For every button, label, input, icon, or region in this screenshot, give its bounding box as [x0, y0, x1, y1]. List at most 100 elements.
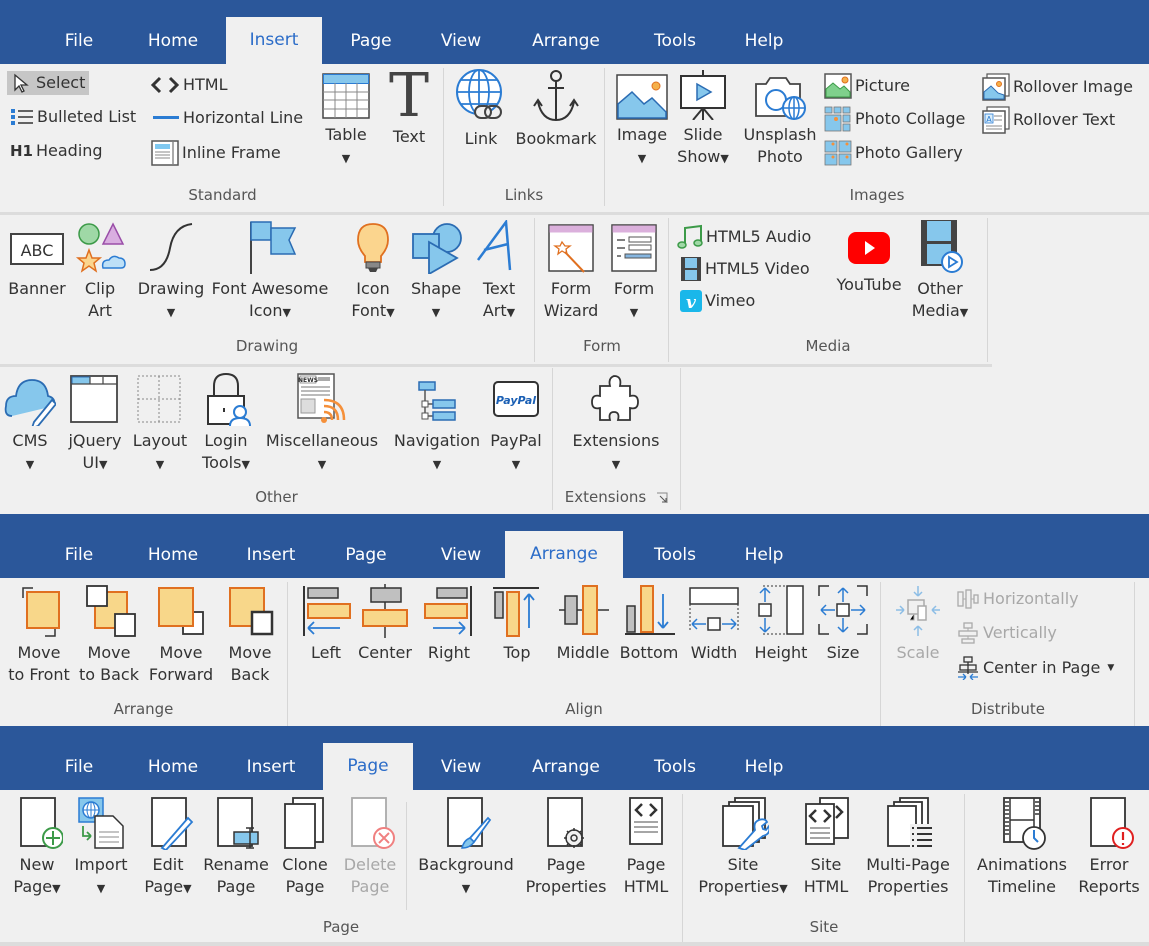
move-to-front-button[interactable]: Move to Front	[4, 584, 74, 686]
tab-page[interactable]: Page	[323, 743, 413, 790]
html5-video-button[interactable]: HTML5 Video	[680, 256, 810, 282]
rollover-image-button[interactable]: Rollover Image	[982, 73, 1133, 101]
form-wizard-button[interactable]: Form Wizard	[538, 224, 604, 322]
layout-button[interactable]: Layout ▼	[130, 372, 190, 476]
form-button[interactable]: Form ▼	[604, 224, 664, 324]
tab-view[interactable]: View	[430, 748, 492, 790]
photo-collage-label: Photo Collage	[855, 109, 966, 128]
align-center-button[interactable]: Center	[356, 584, 414, 664]
distribute-vertically-button[interactable]: Vertically	[956, 622, 1057, 644]
move-back-button[interactable]: Move Back	[218, 584, 282, 686]
unsplash-photo-button[interactable]: Unsplash Photo	[738, 74, 822, 168]
jquery-ui-button[interactable]: jQuery UI▼	[64, 372, 126, 476]
navigation-button[interactable]: Navigation ▼	[386, 372, 488, 476]
same-size-button[interactable]: Size	[814, 584, 872, 664]
bulleted-list-button[interactable]: Bulleted List	[10, 106, 136, 128]
dialog-launcher-icon[interactable]	[656, 492, 668, 504]
tab-tools[interactable]: Tools	[640, 536, 710, 578]
icon-font-button[interactable]: Icon Font▼	[338, 220, 408, 324]
vimeo-button[interactable]: v Vimeo	[680, 288, 755, 314]
text-art-button[interactable]: Text Art▼	[468, 220, 530, 324]
align-right-button[interactable]: Right	[420, 584, 478, 664]
text-button[interactable]: T Text	[384, 66, 434, 148]
picture-button[interactable]: Picture	[824, 73, 910, 99]
html5-audio-button[interactable]: HTML5 Audio	[677, 224, 811, 250]
tab-file[interactable]: File	[44, 536, 114, 578]
tab-home[interactable]: Home	[138, 748, 208, 790]
miscellaneous-button[interactable]: NEWS Miscellaneous ▼	[258, 372, 386, 476]
distribute-horizontally-button[interactable]: Horizontally	[956, 588, 1079, 610]
link-button[interactable]: Link	[452, 68, 510, 150]
clone-page-button[interactable]: Clone Page	[276, 796, 334, 898]
page-html-l1: Page	[626, 855, 666, 874]
table-button[interactable]: Table ▼	[318, 72, 374, 170]
photo-collage-button[interactable]: Photo Collage	[824, 106, 965, 132]
new-page-button[interactable]: New Page▼	[6, 796, 68, 900]
font-awesome-icon-button[interactable]: Font Awesome Icon▼	[208, 220, 332, 324]
inline-frame-button[interactable]: Inline Frame	[151, 140, 281, 166]
paypal-button[interactable]: PayPal PayPal ▼	[486, 372, 546, 476]
align-left-button[interactable]: Left	[296, 584, 356, 664]
tab-tools[interactable]: Tools	[640, 748, 710, 790]
tab-home[interactable]: Home	[138, 536, 208, 578]
tab-home[interactable]: Home	[138, 22, 208, 64]
tab-help[interactable]: Help	[734, 748, 794, 790]
image-button[interactable]: Image ▼	[612, 74, 672, 170]
same-width-button[interactable]: Width	[684, 584, 744, 664]
select-button[interactable]: Select	[7, 71, 90, 95]
clip-art-button[interactable]: Clip Art	[72, 220, 128, 322]
photo-gallery-button[interactable]: Photo Gallery	[824, 140, 963, 166]
delete-page-button[interactable]: Delete Page	[340, 796, 400, 898]
page-html-button[interactable]: Page HTML	[616, 796, 676, 898]
tab-arrange[interactable]: Arrange	[505, 531, 623, 578]
tab-file[interactable]: File	[44, 748, 114, 790]
youtube-button[interactable]: YouTube	[828, 228, 910, 296]
tab-help[interactable]: Help	[734, 536, 794, 578]
bookmark-button[interactable]: Bookmark	[513, 68, 599, 150]
tab-page[interactable]: Page	[336, 22, 406, 64]
align-bottom-button[interactable]: Bottom	[618, 584, 680, 664]
banner-button[interactable]: ABC Banner	[4, 224, 70, 300]
center-in-page-button[interactable]: Center in Page ▼	[956, 656, 1114, 680]
scale-button[interactable]: Scale	[888, 584, 948, 664]
multi-page-properties-button[interactable]: Multi-Page Properties	[856, 796, 960, 898]
drawing-button[interactable]: Drawing ▼	[132, 220, 210, 324]
extensions-button[interactable]: Extensions ▼	[562, 372, 670, 476]
background-button[interactable]: Background ▼	[412, 796, 520, 900]
group-divider	[964, 794, 965, 942]
tab-insert[interactable]: Insert	[236, 748, 306, 790]
tab-arrange[interactable]: Arrange	[520, 748, 612, 790]
align-top-button[interactable]: Top	[490, 584, 544, 664]
heading-button[interactable]: H1 Heading	[10, 140, 103, 162]
tab-arrange[interactable]: Arrange	[520, 22, 612, 64]
same-height-button[interactable]: Height	[748, 584, 814, 664]
tab-view[interactable]: View	[430, 22, 492, 64]
tab-file[interactable]: File	[44, 22, 114, 64]
shape-button[interactable]: Shape ▼	[404, 220, 468, 324]
horizontal-line-button[interactable]: Horizontal Line	[152, 107, 303, 129]
tab-view[interactable]: View	[430, 536, 492, 578]
html-button[interactable]: HTML	[150, 74, 228, 96]
rename-page-button[interactable]: Rename Page	[200, 796, 272, 898]
other-media-button[interactable]: Other Media▼	[908, 218, 972, 324]
align-middle-button[interactable]: Middle	[550, 584, 616, 664]
animations-timeline-button[interactable]: Animations Timeline	[968, 796, 1076, 898]
tab-insert[interactable]: Insert	[226, 17, 322, 64]
import-button[interactable]: Import ▼	[68, 796, 134, 900]
chevron-down-icon: ▼	[241, 458, 250, 471]
move-forward-button[interactable]: Move Forward	[144, 584, 218, 686]
slide-show-button[interactable]: Slide Show▼	[672, 70, 734, 170]
tab-help[interactable]: Help	[734, 22, 794, 64]
tab-page[interactable]: Page	[336, 536, 396, 578]
edit-page-button[interactable]: Edit Page▼	[136, 796, 200, 900]
error-reports-button[interactable]: Error Reports	[1074, 796, 1144, 898]
page-properties-button[interactable]: Page Properties	[520, 796, 612, 898]
login-tools-button[interactable]: Login Tools▼	[194, 372, 258, 476]
site-properties-button[interactable]: Site Properties▼	[688, 796, 798, 900]
rollover-text-button[interactable]: A Rollover Text	[982, 106, 1115, 134]
tab-tools[interactable]: Tools	[640, 22, 710, 64]
tab-insert[interactable]: Insert	[236, 536, 306, 578]
cms-button[interactable]: CMS ▼	[4, 372, 56, 476]
site-html-button[interactable]: Site HTML	[798, 796, 854, 898]
move-to-back-button[interactable]: Move to Back	[72, 584, 146, 686]
